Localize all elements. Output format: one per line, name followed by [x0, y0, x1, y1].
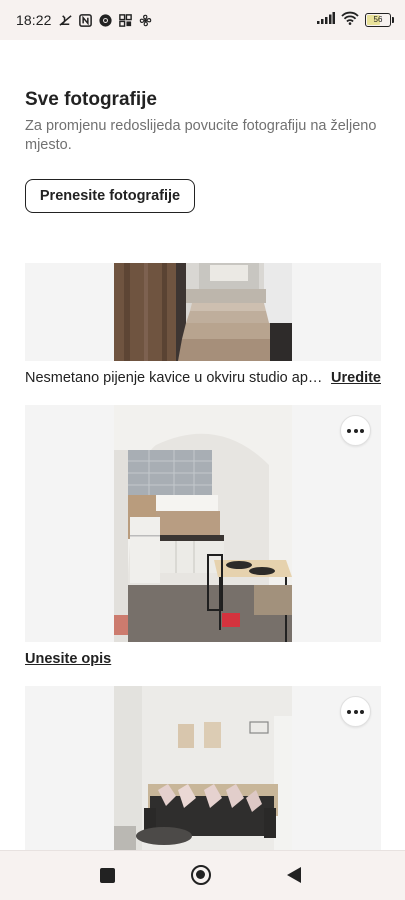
- signal-icon: [317, 11, 335, 29]
- page-subtitle: Za promjenu redoslijeda povucite fotogra…: [25, 118, 377, 153]
- battery-icon: 56: [365, 13, 394, 27]
- page-title: Sve fotografije: [25, 89, 157, 110]
- nfc-icon: [78, 13, 93, 28]
- system-nav-bar: [0, 850, 405, 900]
- add-description-link[interactable]: Unesite opis: [25, 651, 111, 667]
- more-horizontal-icon: [347, 709, 351, 714]
- header: Sve fotografije Za promjenu redoslijeda …: [25, 88, 385, 155]
- photo-kitchen[interactable]: [114, 405, 292, 642]
- status-right-icons: 56: [317, 11, 394, 30]
- photo-options-button[interactable]: [340, 696, 371, 727]
- photo-caption-row: Nesmetano pijenje kavice u okviru studio…: [25, 370, 381, 386]
- upload-photos-button[interactable]: Prenesite fotografije: [25, 179, 195, 213]
- back-triangle-icon[interactable]: [287, 867, 301, 883]
- recents-square-icon[interactable]: [100, 868, 115, 883]
- silent-mode-icon: [58, 13, 73, 28]
- status-time: 18:22: [16, 12, 52, 28]
- status-left-icons: [58, 13, 153, 28]
- chrome-icon: [98, 13, 113, 28]
- app-grid-icon: [118, 13, 133, 28]
- more-horizontal-icon: [347, 428, 351, 433]
- fan-icon: [138, 13, 153, 28]
- photo-options-button[interactable]: [340, 415, 371, 446]
- edit-caption-link[interactable]: Uredite: [331, 370, 381, 386]
- home-circle-icon[interactable]: [191, 865, 211, 885]
- photo-caption: Nesmetano pijenje kavice u okviru studio…: [25, 370, 324, 386]
- photo-card-living-room[interactable]: [25, 686, 381, 850]
- status-bar: 18:22 56: [0, 0, 405, 40]
- photo-card-kitchen[interactable]: [25, 405, 381, 642]
- photo-living-room[interactable]: [114, 686, 292, 850]
- photo-card-stairs[interactable]: [25, 263, 381, 361]
- wifi-icon: [341, 11, 359, 30]
- battery-level: 56: [373, 15, 383, 24]
- photo-stairs[interactable]: [114, 263, 292, 361]
